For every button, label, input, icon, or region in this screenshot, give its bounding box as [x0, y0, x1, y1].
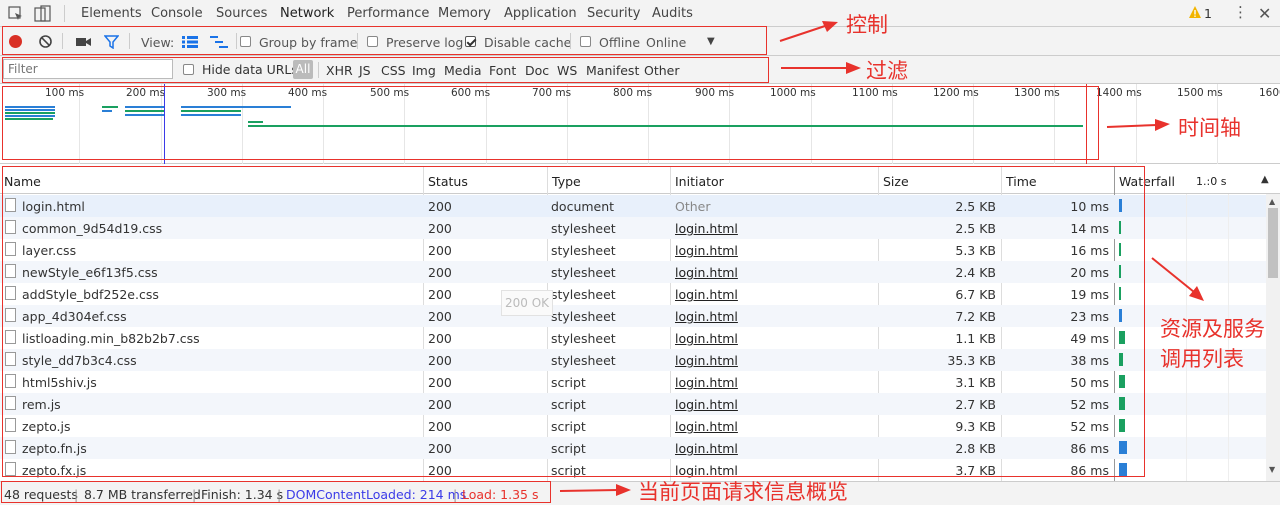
annotation-label-summary: 当前页面请求信息概览 [638, 480, 848, 504]
annotation-label-filter: 过滤 [866, 59, 908, 83]
annotation-label-list-line2: 调用列表 [1160, 347, 1244, 371]
annotation-label-timeline: 时间轴 [1178, 116, 1241, 140]
annotation-label-control: 控制 [846, 13, 888, 37]
annotation-label-list-line1: 资源及服务 [1160, 317, 1265, 341]
annotation-arrows [559, 21, 1204, 496]
